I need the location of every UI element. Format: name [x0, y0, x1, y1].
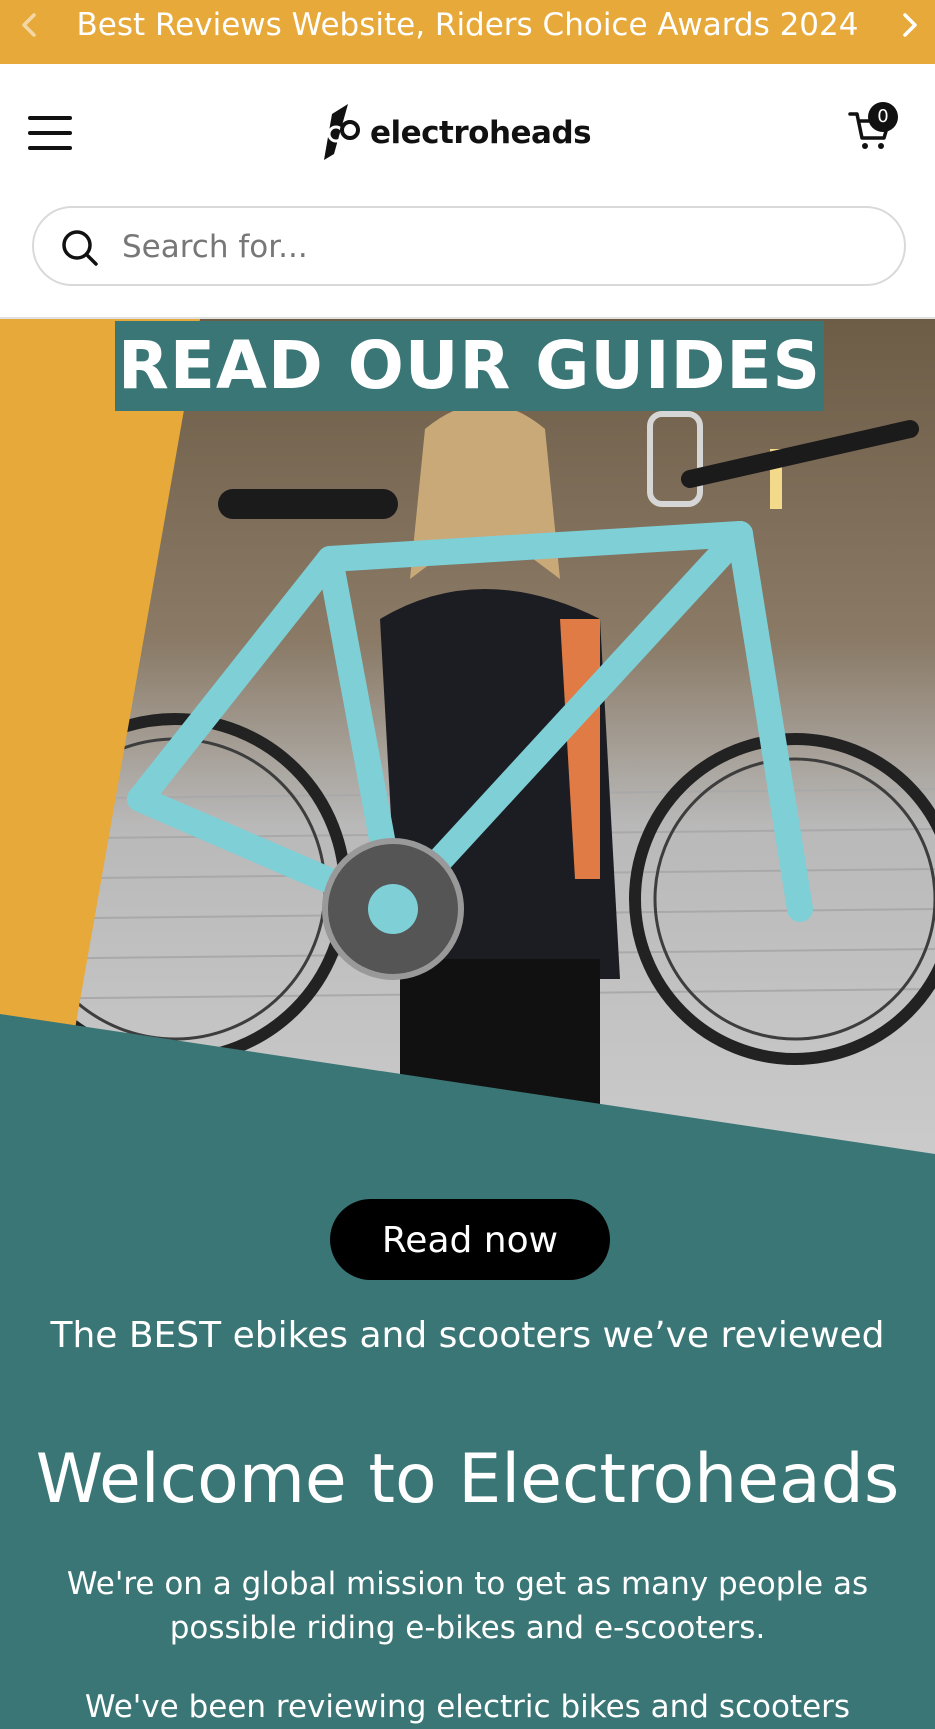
read-now-button[interactable]: Read now: [330, 1199, 610, 1280]
announcement-bar: Best Reviews Website, Riders Choice Awar…: [0, 0, 935, 64]
mission-text: We're on a global mission to get as many…: [66, 1566, 869, 1646]
cart-count-badge: 0: [868, 102, 898, 132]
hero-tagline: The BEST ebikes and scooters we’ve revie…: [50, 1315, 885, 1356]
logo[interactable]: electroheads: [318, 100, 592, 166]
search-bar: [32, 206, 906, 286]
hamburger-menu-icon[interactable]: [28, 116, 72, 152]
reviewing-text: We've been reviewing electric bikes and …: [84, 1689, 851, 1725]
hero-banner-title: READ OUR GUIDES: [115, 321, 824, 411]
chevron-right-icon[interactable]: [893, 8, 927, 42]
announcement-text[interactable]: Best Reviews Website, Riders Choice Awar…: [70, 0, 865, 50]
hero-image[interactable]: [0, 319, 935, 1239]
chevron-left-icon[interactable]: [12, 8, 46, 42]
search-input[interactable]: [120, 218, 864, 276]
logo-text: electroheads: [370, 115, 592, 151]
site-header: electroheads 0: [0, 64, 935, 319]
welcome-heading: Welcome to Electroheads: [35, 1440, 900, 1519]
search-icon[interactable]: [60, 228, 100, 268]
logo-mark-icon: [324, 104, 360, 160]
hero-section: READ OUR GUIDES: [0, 319, 935, 1239]
